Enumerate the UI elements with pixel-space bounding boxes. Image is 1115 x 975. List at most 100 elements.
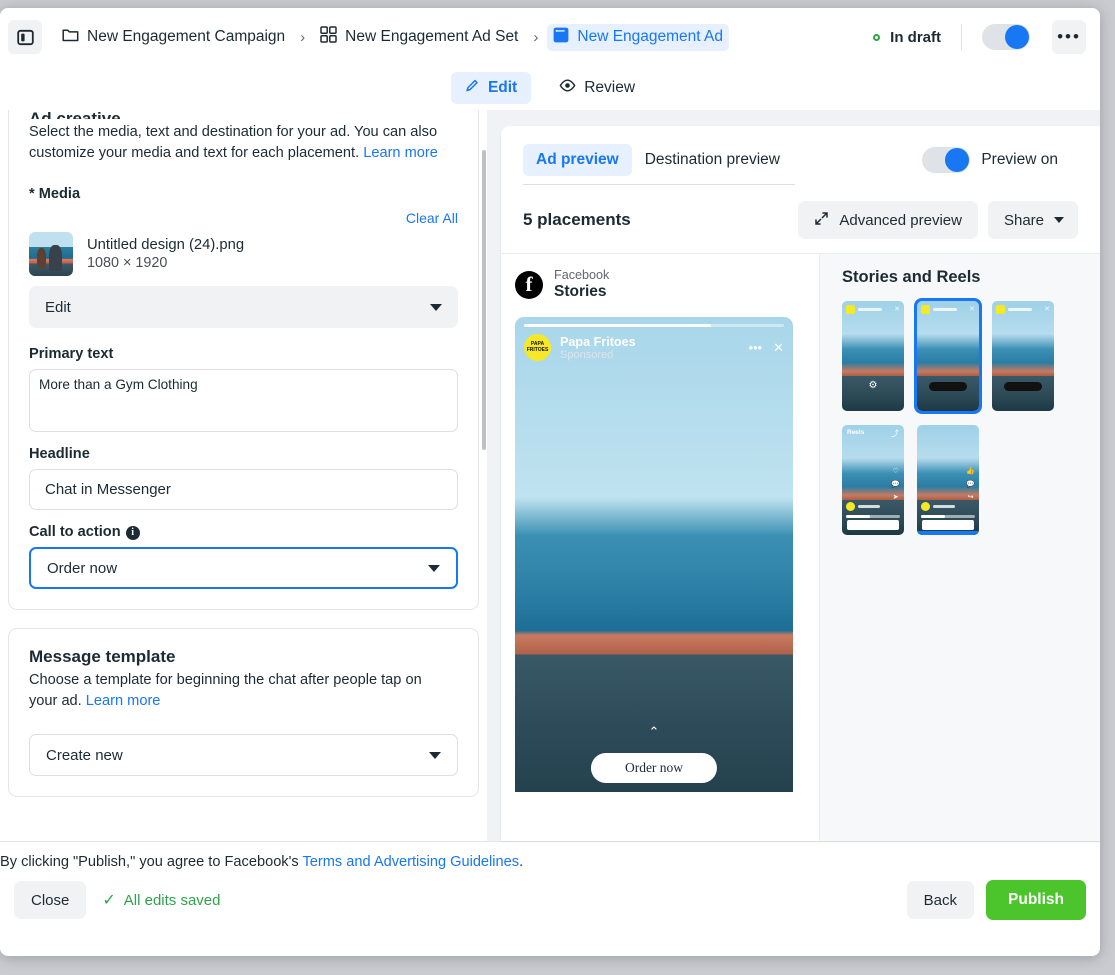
- message-template-description: Choose a template for beginning the chat…: [29, 670, 458, 712]
- divider: [961, 24, 962, 50]
- message-template-title: Message template: [29, 647, 176, 666]
- breadcrumb-label-adset: New Engagement Ad Set: [345, 28, 519, 45]
- placements-header: 5 placements Advanced preview Share: [501, 185, 1100, 253]
- placement-thumbnail-reels[interactable]: Reels ⤴ ♡ 💬 ➤: [842, 425, 904, 535]
- close-button[interactable]: Close: [14, 881, 87, 919]
- reels-label: Reels: [847, 429, 865, 436]
- advertiser-avatar: PAPA FRITOES: [524, 334, 551, 361]
- ads-manager-window: New Engagement Campaign › New Engagement…: [0, 8, 1100, 956]
- legal-prefix: By clicking "Publish," you agree to Face…: [0, 854, 303, 870]
- advanced-preview-button[interactable]: Advanced preview: [798, 201, 978, 239]
- placement-thumbnail-selected[interactable]: ✕: [914, 298, 982, 414]
- ad-creative-learn-more-link[interactable]: Learn more: [363, 145, 438, 161]
- clear-all-button[interactable]: Clear All: [29, 210, 458, 226]
- message-template-card: Message template Choose a template for b…: [8, 628, 479, 797]
- preview-card: Ad preview Destination preview Preview o…: [501, 126, 1100, 841]
- media-edit-select[interactable]: Edit: [29, 286, 458, 328]
- share-label: Share: [1003, 211, 1044, 229]
- preview-tabs: Ad preview Destination preview Preview o…: [501, 126, 1100, 176]
- call-to-action-label-text: Call to action: [29, 524, 121, 540]
- top-header-bar: New Engagement Campaign › New Engagement…: [0, 8, 1100, 66]
- story-preview-column: f Facebook Stories PAPA FRITOES Papa Fri…: [501, 254, 819, 841]
- preview-pane: Ad preview Destination preview Preview o…: [487, 110, 1100, 841]
- tab-destination-preview[interactable]: Destination preview: [632, 144, 793, 176]
- send-icon: ➤: [892, 494, 899, 501]
- media-thumbnail[interactable]: [29, 232, 73, 276]
- story-preview[interactable]: PAPA FRITOES Papa Fritoes Sponsored ••• ✕: [515, 317, 793, 792]
- folder-icon: [62, 27, 79, 47]
- headline-input[interactable]: Chat in Messenger: [29, 469, 458, 510]
- close-icon: ✕: [1044, 306, 1050, 313]
- info-icon[interactable]: i: [125, 525, 140, 540]
- message-template-select-value: Create new: [46, 746, 123, 764]
- sidebar-panel-icon[interactable]: [8, 20, 42, 54]
- chevron-down-icon: [428, 564, 440, 572]
- legal-suffix: .: [519, 854, 524, 870]
- back-button[interactable]: Back: [906, 881, 975, 919]
- platform-surface: Stories: [554, 283, 607, 300]
- share-icon: ⤴: [891, 429, 899, 438]
- status-badge: In draft •••: [873, 20, 1086, 54]
- terms-link[interactable]: Terms and Advertising Guidelines: [302, 854, 519, 870]
- platform-row: f Facebook Stories: [515, 268, 819, 301]
- placement-thumbnail[interactable]: ✕: [992, 301, 1054, 411]
- tab-edit[interactable]: Edit: [450, 72, 532, 104]
- advertiser-name: Papa Fritoes: [560, 334, 636, 349]
- ad-creative-description-line1: Select the media, text and destination f…: [29, 124, 438, 140]
- chevron-down-icon: [1054, 217, 1064, 223]
- breadcrumb-item-adset[interactable]: New Engagement Ad Set: [314, 23, 524, 51]
- share-button[interactable]: Share: [987, 201, 1078, 239]
- placements-count: 5 placements: [523, 210, 631, 229]
- chevron-down-icon: [429, 751, 441, 759]
- status-label: In draft: [890, 28, 941, 46]
- placement-thumbnail[interactable]: ✕ ⚙: [842, 301, 904, 411]
- close-icon: ✕: [894, 306, 900, 313]
- stories-and-reels-title: Stories and Reels: [842, 268, 981, 286]
- chevron-up-icon: ⌃: [648, 724, 660, 739]
- breadcrumb: New Engagement Campaign › New Engagement…: [56, 23, 873, 51]
- breadcrumb-separator-2: ›: [533, 28, 539, 46]
- preview-on-label: Preview on: [981, 151, 1058, 168]
- ad-creative-title: Ad creative: [29, 110, 458, 119]
- saved-status: ✓ All edits saved: [102, 890, 220, 910]
- message-template-select[interactable]: Create new: [29, 734, 458, 776]
- platform-network: Facebook: [554, 268, 610, 282]
- more-options-icon[interactable]: •••: [1052, 20, 1086, 54]
- grid-icon: [320, 26, 337, 48]
- ad-square-icon: [553, 27, 569, 48]
- close-icon: ✕: [969, 306, 975, 313]
- breadcrumb-label-ad: New Engagement Ad: [577, 28, 723, 45]
- publish-button[interactable]: Publish: [986, 880, 1086, 920]
- tab-review[interactable]: Review: [545, 73, 649, 103]
- breadcrumb-item-ad[interactable]: New Engagement Ad: [547, 23, 729, 51]
- placement-thumbnail-feed[interactable]: 👍 💬 ↪: [917, 425, 979, 535]
- call-to-action-select[interactable]: Order now: [29, 547, 458, 589]
- expand-icon: [814, 211, 829, 230]
- story-more-icon[interactable]: •••: [748, 340, 762, 355]
- tab-ad-preview[interactable]: Ad preview: [523, 144, 632, 176]
- breadcrumb-item-campaign[interactable]: New Engagement Campaign: [56, 24, 291, 50]
- eye-icon: [559, 79, 576, 97]
- pencil-icon: [465, 78, 480, 98]
- breadcrumb-separator-1: ›: [300, 28, 306, 46]
- facebook-icon: f: [515, 270, 543, 299]
- breadcrumb-label-campaign: New Engagement Campaign: [87, 28, 286, 45]
- message-template-learn-more-link[interactable]: Learn more: [86, 693, 161, 709]
- check-icon: ✓: [102, 892, 116, 909]
- message-template-description-line1: Choose a template for beginning the chat…: [29, 672, 422, 688]
- story-progress-bar: [524, 324, 784, 327]
- ad-active-toggle[interactable]: [982, 24, 1030, 50]
- ad-creative-description: Select the media, text and destination f…: [29, 122, 458, 164]
- like-icon: 👍: [966, 468, 975, 475]
- comment-icon: 💬: [891, 481, 900, 488]
- call-to-action-label: Call to action i: [29, 524, 458, 540]
- close-icon[interactable]: ✕: [773, 340, 784, 356]
- sponsored-label: Sponsored: [560, 348, 614, 361]
- status-dot-icon: [873, 33, 881, 41]
- comment-icon: 💬: [966, 481, 975, 488]
- primary-text-input[interactable]: More than a Gym Clothing: [29, 369, 458, 432]
- preview-on-toggle[interactable]: [922, 147, 971, 173]
- advanced-preview-label: Advanced preview: [839, 211, 962, 229]
- call-to-action-select-value: Order now: [47, 559, 118, 577]
- story-cta-button[interactable]: Order now: [590, 753, 718, 783]
